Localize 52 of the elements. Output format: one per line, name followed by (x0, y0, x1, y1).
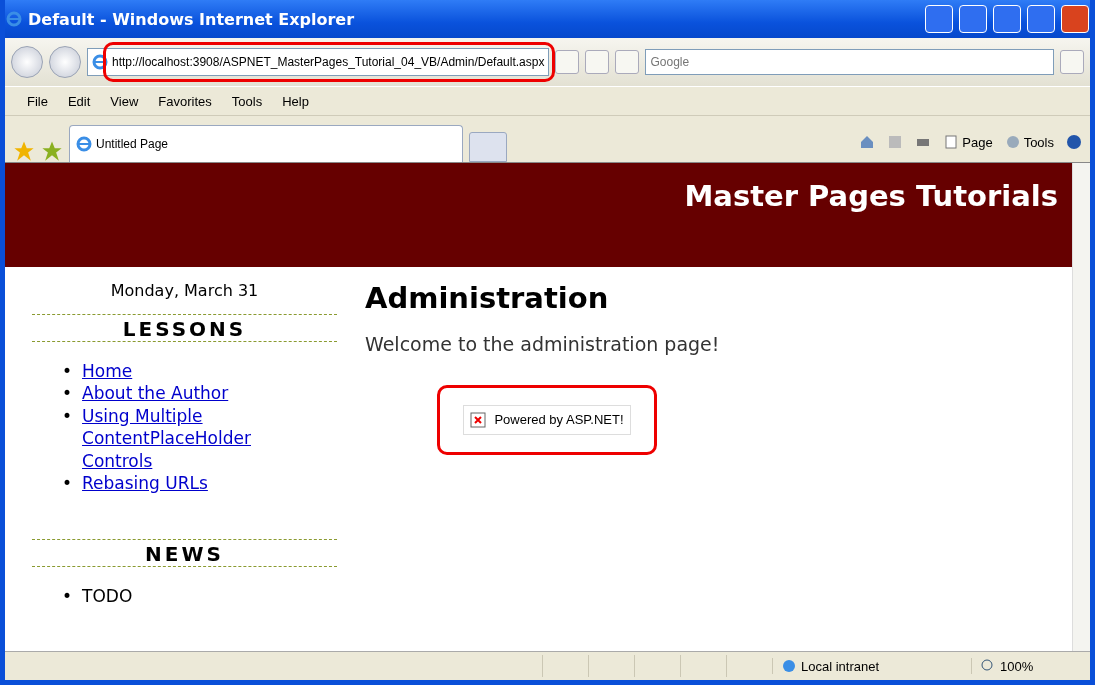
zone-status: Local intranet (772, 658, 971, 674)
maximize-button[interactable] (1027, 5, 1055, 33)
zoom-control[interactable]: 100% (971, 658, 1090, 674)
window-title: Default - Windows Internet Explorer (28, 9, 356, 29)
menu-item[interactable]: View (110, 93, 139, 109)
toolbar-button[interactable]: Tools (1004, 134, 1054, 150)
star-icon (13, 140, 35, 162)
search-field[interactable]: Google (645, 49, 1054, 75)
bullet: • (62, 404, 73, 427)
site-title: Master Pages Tutorials (684, 179, 1058, 213)
scrollbar[interactable] (1072, 163, 1090, 651)
nav-link[interactable]: Rebasing URLs (82, 472, 208, 495)
section-heading: LESSONS (32, 313, 337, 342)
bullet: • (62, 472, 73, 495)
menu-item[interactable]: Favorites (158, 93, 212, 109)
menu-item[interactable]: File (27, 93, 48, 109)
nav-link[interactable]: About the Author (82, 382, 229, 405)
address-field[interactable]: http://localhost:3908/ASPNET_MasterPages_Tutorial_04_VB/Admin/Default.aspx (87, 48, 550, 76)
media-button[interactable] (925, 5, 953, 33)
refresh-button[interactable] (585, 50, 610, 74)
close-button[interactable] (1061, 5, 1089, 33)
ie-logo-icon (6, 11, 22, 27)
broken-image-icon (470, 411, 487, 428)
new-tab-button[interactable] (469, 132, 507, 162)
bullet: • (62, 359, 73, 382)
menu-item[interactable]: Help (282, 93, 309, 109)
date-text: Monday, March 31 (109, 280, 260, 300)
home-icon (859, 134, 876, 150)
nav-link[interactable]: Using Multiple ContentPlaceHolder Controls (82, 404, 273, 472)
toolbar-button[interactable]: Page (943, 134, 993, 150)
back-button[interactable] (11, 46, 43, 78)
broken-image: Powered by ASP.NET! (463, 404, 631, 435)
forward-button[interactable] (49, 46, 81, 78)
restore-button[interactable] (959, 5, 987, 33)
bullet: • (62, 382, 73, 405)
search-button[interactable] (1060, 50, 1084, 74)
ie-logo-icon (76, 136, 92, 152)
page-heading: Administration (365, 280, 610, 315)
section-heading: NEWS (32, 538, 337, 567)
browser-tab[interactable]: Untitled Page (69, 125, 463, 162)
dropdown-button[interactable] (555, 50, 580, 74)
menu-item[interactable]: Edit (67, 93, 91, 109)
ie-logo-icon (92, 54, 108, 70)
welcome-text: Welcome to the administration page! (365, 332, 721, 355)
stop-button[interactable] (615, 50, 640, 74)
page-icon (943, 134, 960, 150)
nav-link[interactable]: Home (82, 359, 133, 382)
menu-item[interactable]: Tools (231, 93, 263, 109)
add-favorite-icon (41, 140, 63, 162)
minimize-button[interactable] (993, 5, 1021, 33)
bullet: • (62, 584, 73, 607)
list-text: TODO (82, 584, 133, 607)
